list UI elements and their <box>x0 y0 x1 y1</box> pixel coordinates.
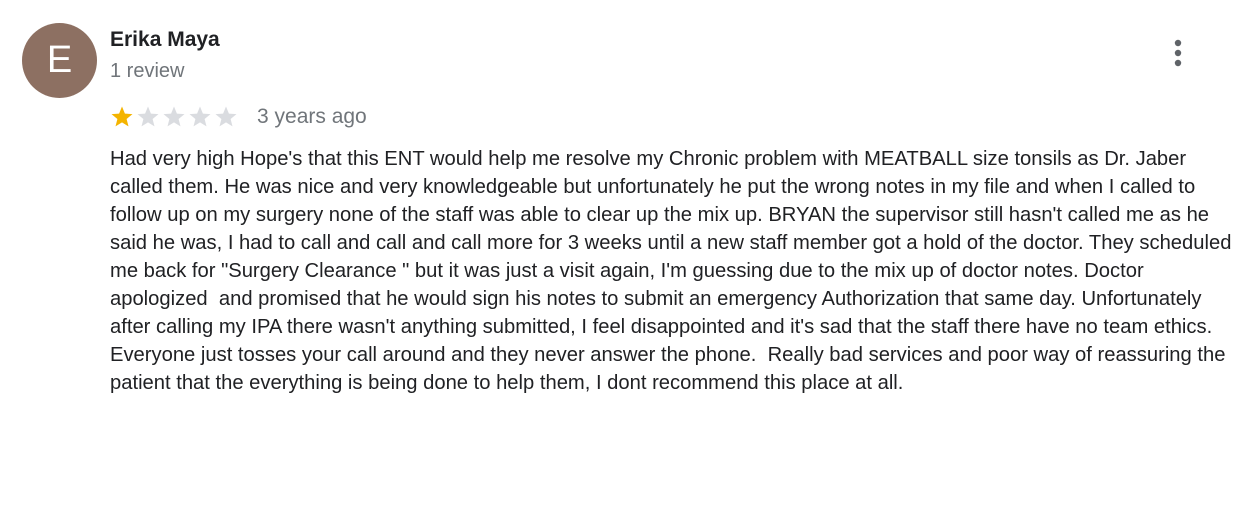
review-text: Had very high Hope's that this ENT would… <box>110 148 1243 394</box>
rating-row: 3 years ago <box>109 103 367 131</box>
review-count: 1 review <box>110 60 185 82</box>
review-date: 3 years ago <box>257 105 367 128</box>
author-name[interactable]: Erika Maya <box>110 28 220 52</box>
star-rating <box>109 104 239 130</box>
star-filled-icon <box>109 104 135 130</box>
star-empty-icon <box>213 104 239 130</box>
star-empty-icon <box>161 104 187 130</box>
more-options-button[interactable] <box>1160 34 1196 74</box>
star-empty-icon <box>187 104 213 130</box>
review-card: E Erika Maya 1 review 3 years ago Had ve… <box>0 0 1243 522</box>
star-empty-icon <box>135 104 161 130</box>
avatar[interactable]: E <box>22 23 97 98</box>
more-vert-icon <box>1160 34 1196 74</box>
